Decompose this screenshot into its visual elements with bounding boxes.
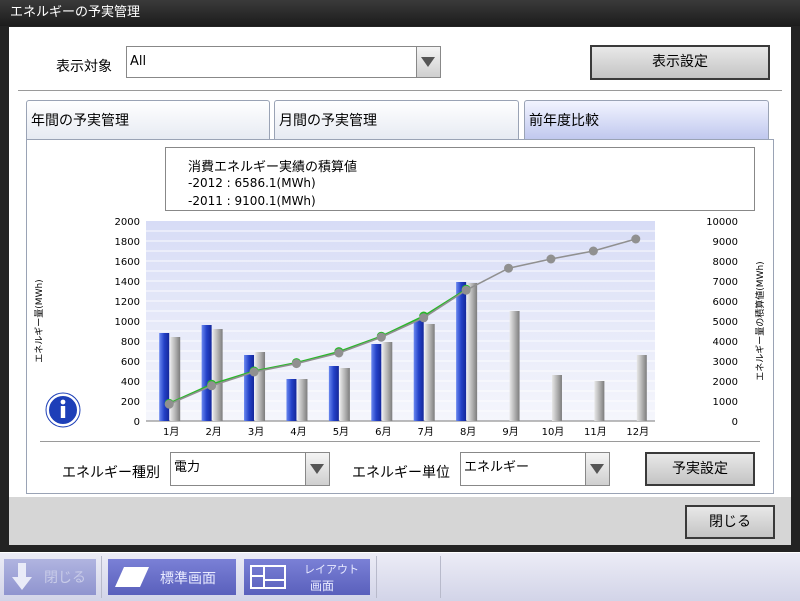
bar: [170, 337, 181, 421]
line-point: [291, 359, 301, 369]
energy-unit-value: エネルギー: [464, 460, 530, 475]
y-tick-label-left: 1400: [115, 277, 140, 288]
taskbar-close-button[interactable]: 閉じる: [4, 559, 96, 595]
layout-screen-button[interactable]: レイアウト 画面: [244, 559, 370, 595]
x-tick-label: 7月: [418, 426, 434, 438]
bar: [371, 344, 382, 421]
taskbar-separator: [101, 556, 102, 598]
line-point: [207, 381, 217, 391]
layout-screen-label-1: レイアウト: [304, 563, 359, 576]
bar: [212, 329, 223, 421]
y-tick-label-right: 10000: [706, 217, 738, 228]
bar: [297, 379, 308, 421]
energy-type-value: 電力: [174, 460, 201, 475]
bar: [201, 325, 212, 421]
taskbar-separator: [440, 556, 441, 598]
line-point: [419, 313, 429, 323]
line-point: [546, 254, 556, 264]
bar: [255, 352, 266, 421]
screen-icon: [115, 567, 149, 587]
y-tick-label-left: 200: [121, 397, 140, 408]
y-tick-label-left: 600: [121, 357, 140, 368]
chevron-down-icon[interactable]: [585, 453, 609, 485]
x-tick-label: 2月: [205, 426, 221, 438]
bar: [382, 342, 393, 421]
y-tick-label-left: 1000: [115, 317, 140, 328]
layout-screen-label-2: 画面: [310, 579, 335, 593]
x-tick-label: 8月: [460, 426, 476, 438]
x-tick-label: 10月: [542, 426, 565, 438]
bar: [286, 379, 297, 421]
y-tick-label-right: 8000: [713, 257, 738, 268]
info-icon[interactable]: [45, 392, 81, 428]
y-tick-label-right: 3000: [713, 357, 738, 368]
bar: [456, 282, 467, 421]
bar: [551, 375, 562, 421]
bar: [467, 283, 478, 421]
close-button[interactable]: 閉じる: [685, 505, 775, 539]
energy-type-label: エネルギー種別: [62, 465, 160, 481]
line-point: [249, 367, 259, 377]
y-tick-label-right: 4000: [713, 337, 738, 348]
standard-screen-button[interactable]: 標準画面: [108, 559, 236, 595]
y-axis-label-left: エネルギー量(MWh): [34, 279, 45, 362]
x-tick-label: 5月: [333, 426, 349, 438]
x-tick-label: 12月: [626, 426, 649, 438]
layout-icon: [250, 565, 286, 589]
y-tick-label-left: 2000: [115, 217, 140, 228]
chart-divider: [40, 441, 760, 442]
y-tick-label-right: 9000: [713, 237, 738, 248]
line-point: [164, 399, 174, 409]
y-tick-label-right: 2000: [713, 377, 738, 388]
budget-settings-button[interactable]: 予実設定: [645, 452, 755, 486]
line-point: [504, 263, 514, 273]
chevron-down-icon[interactable]: [305, 453, 329, 485]
y-tick-label-right: 1000: [713, 397, 738, 408]
line-point: [334, 348, 344, 358]
arrow-down-icon: [12, 563, 32, 590]
dialog-footer: [9, 497, 791, 545]
bar: [339, 368, 350, 421]
bar: [594, 381, 605, 421]
energy-unit-label: エネルギー単位: [352, 465, 450, 481]
taskbar-separator: [376, 556, 377, 598]
y-tick-label-left: 1800: [115, 237, 140, 248]
y-tick-label-right: 7000: [713, 277, 738, 288]
y-axis-label-right: エネルギー量の積算値(MWh): [754, 261, 766, 380]
energy-unit-dropdown[interactable]: エネルギー: [460, 452, 610, 486]
bar: [509, 311, 520, 421]
bar: [636, 355, 647, 421]
line-point: [588, 246, 598, 256]
y-tick-label-left: 800: [121, 337, 140, 348]
taskbar-close-label: 閉じる: [44, 570, 86, 586]
y-tick-label-left: 1200: [115, 297, 140, 308]
energy-type-dropdown[interactable]: 電力: [170, 452, 330, 486]
y-tick-label-right: 6000: [713, 297, 738, 308]
x-tick-label: 3月: [248, 426, 264, 438]
line-point: [631, 234, 641, 244]
bar: [328, 366, 339, 421]
bar: [424, 324, 435, 421]
standard-screen-label: 標準画面: [160, 571, 216, 587]
x-tick-label: 4月: [290, 426, 306, 438]
x-tick-label: 1月: [163, 426, 179, 438]
line-point: [461, 285, 471, 295]
y-tick-label-left: 400: [121, 377, 140, 388]
y-tick-label-left: 1600: [115, 257, 140, 268]
y-tick-label-left: 0: [134, 417, 140, 428]
bar: [244, 355, 255, 421]
x-tick-label: 6月: [375, 426, 391, 438]
bar: [413, 320, 424, 421]
x-tick-label: 11月: [584, 426, 607, 438]
line-point: [376, 332, 386, 342]
x-tick-label: 9月: [502, 426, 518, 438]
y-tick-label-right: 0: [732, 417, 738, 428]
y-tick-label-right: 5000: [713, 317, 738, 328]
